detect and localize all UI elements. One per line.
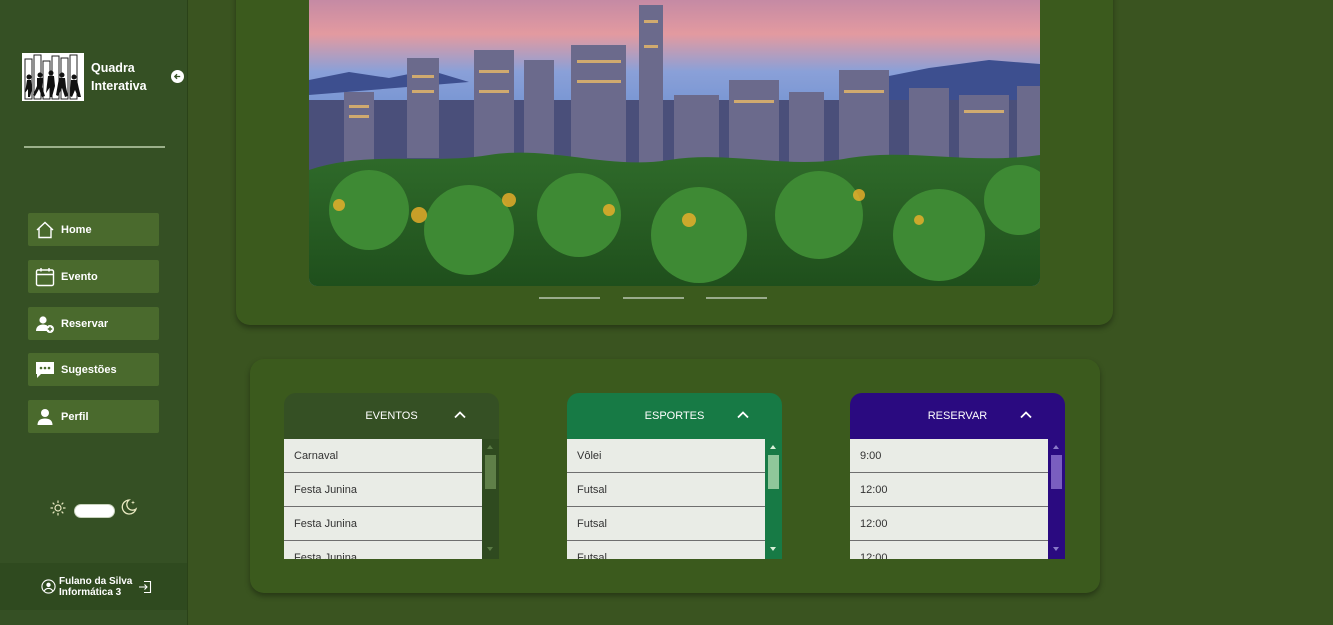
app-name-line1: Quadra: [91, 61, 135, 75]
sidebar-item-perfil[interactable]: Perfil: [28, 400, 159, 433]
esportes-scrollbar[interactable]: [765, 439, 782, 559]
sidebar: Quadra Interativa Home Evento Reservar S…: [0, 0, 188, 625]
home-icon: [34, 219, 56, 241]
sidebar-divider: [24, 146, 165, 148]
arrow-left-icon: [173, 73, 181, 80]
panel-title: RESERVAR: [927, 410, 988, 422]
sidebar-item-home[interactable]: Home: [28, 213, 159, 246]
scroll-thumb[interactable]: [1051, 455, 1062, 489]
esportes-list: Vôlei Futsal Futsal Futsal: [567, 439, 765, 559]
esportes-panel-header[interactable]: ESPORTES: [567, 393, 782, 439]
scroll-up-arrow[interactable]: [1053, 445, 1059, 449]
esportes-panel: ESPORTES Vôlei Futsal Futsal Futsal: [567, 393, 782, 559]
carousel-indicator[interactable]: [539, 297, 600, 299]
add-user-icon: [34, 313, 56, 335]
person-icon: [34, 406, 56, 428]
list-item[interactable]: Futsal: [567, 541, 765, 559]
eventos-list: Carnaval Festa Junina Festa Junina Festa…: [284, 439, 482, 559]
sun-icon: [50, 500, 66, 516]
reservar-scrollbar[interactable]: [1048, 439, 1065, 559]
reservar-panel-header[interactable]: RESERVAR: [850, 393, 1065, 439]
user-info: Fulano da Silva Informática 3: [0, 563, 187, 610]
sidebar-item-label: Home: [61, 223, 92, 236]
calendar-icon: [34, 266, 56, 288]
list-item[interactable]: Futsal: [567, 507, 765, 541]
chevron-up-icon[interactable]: [736, 408, 750, 422]
carousel-image[interactable]: [309, 0, 1040, 286]
user-course: Informática 3: [59, 586, 122, 598]
carousel-indicator[interactable]: [623, 297, 684, 299]
list-item[interactable]: 12:00: [850, 541, 1048, 559]
app-name-line2: Interativa: [91, 79, 147, 93]
list-item[interactable]: Festa Junina: [284, 541, 482, 559]
carousel-indicator[interactable]: [706, 297, 767, 299]
list-item[interactable]: Carnaval: [284, 439, 482, 473]
scroll-up-arrow[interactable]: [487, 445, 493, 449]
panel-title: EVENTOS: [365, 410, 418, 422]
moon-icon: [121, 499, 138, 515]
chevron-up-icon[interactable]: [453, 408, 467, 422]
app-name: Quadra Interativa: [91, 59, 147, 95]
eventos-panel: EVENTOS Carnaval Festa Junina Festa Juni…: [284, 393, 499, 559]
scroll-down-arrow[interactable]: [487, 547, 493, 551]
eventos-scrollbar[interactable]: [482, 439, 499, 559]
sidebar-item-sugestoes[interactable]: Sugestões: [28, 353, 159, 386]
chat-icon: [34, 359, 56, 381]
reservar-panel: RESERVAR 9:00 12:00 12:00 12:00: [850, 393, 1065, 559]
theme-toggle[interactable]: [50, 498, 140, 520]
list-item[interactable]: Festa Junina: [284, 507, 482, 541]
sidebar-item-label: Sugestões: [61, 363, 117, 376]
chevron-up-icon[interactable]: [1019, 408, 1033, 422]
scroll-thumb[interactable]: [768, 455, 779, 489]
list-item[interactable]: Futsal: [567, 473, 765, 507]
logout-icon[interactable]: [138, 580, 152, 594]
reservar-list: 9:00 12:00 12:00 12:00: [850, 439, 1048, 559]
sidebar-item-label: Reservar: [61, 317, 109, 330]
sidebar-item-label: Perfil: [61, 410, 89, 423]
list-item[interactable]: 12:00: [850, 473, 1048, 507]
list-item[interactable]: Festa Junina: [284, 473, 482, 507]
scroll-down-arrow[interactable]: [1053, 547, 1059, 551]
collapse-sidebar-button[interactable]: [171, 70, 184, 83]
list-item[interactable]: 12:00: [850, 507, 1048, 541]
list-item[interactable]: Vôlei: [567, 439, 765, 473]
scroll-down-arrow[interactable]: [770, 547, 776, 551]
scroll-thumb[interactable]: [485, 455, 496, 489]
app-logo: [22, 53, 84, 101]
panel-title: ESPORTES: [644, 410, 705, 422]
scroll-up-arrow[interactable]: [770, 445, 776, 449]
user-name: Fulano da Silva: [59, 575, 133, 587]
sidebar-item-label: Evento: [61, 270, 98, 283]
sidebar-item-evento[interactable]: Evento: [28, 260, 159, 293]
theme-switch-track[interactable]: [74, 504, 115, 518]
eventos-panel-header[interactable]: EVENTOS: [284, 393, 499, 439]
user-avatar-icon: [41, 579, 56, 594]
list-item[interactable]: 9:00: [850, 439, 1048, 473]
user-details: Fulano da Silva Informática 3: [59, 576, 132, 598]
sidebar-item-reservar[interactable]: Reservar: [28, 307, 159, 340]
